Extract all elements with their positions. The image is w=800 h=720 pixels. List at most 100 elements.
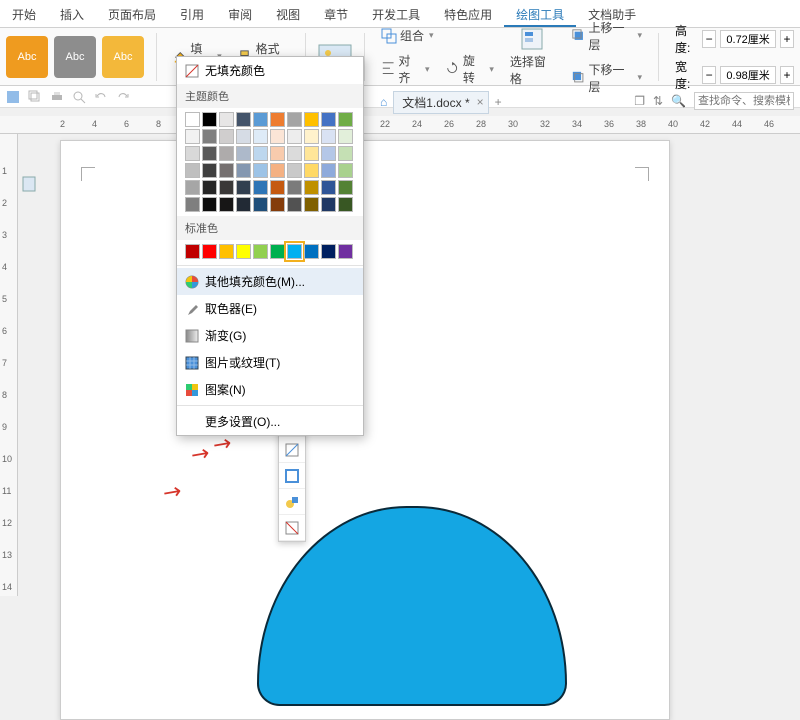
color-swatch[interactable]	[219, 244, 234, 259]
color-swatch[interactable]	[338, 244, 353, 259]
picture-texture-item[interactable]: 图片或纹理(T)	[177, 349, 363, 376]
color-swatch[interactable]	[270, 112, 285, 127]
tab-layout[interactable]: 页面布局	[96, 0, 168, 27]
color-swatch[interactable]	[202, 146, 217, 161]
color-swatch[interactable]	[270, 129, 285, 144]
close-icon[interactable]: ×	[477, 95, 484, 109]
color-swatch[interactable]	[219, 180, 234, 195]
color-swatch[interactable]	[338, 129, 353, 144]
copy-icon[interactable]	[28, 90, 42, 104]
color-swatch[interactable]	[253, 112, 268, 127]
mini-shape-icon[interactable]	[279, 489, 305, 515]
combine-button[interactable]: 组合	[377, 24, 498, 47]
color-swatch[interactable]	[185, 244, 200, 259]
style-preset-3[interactable]: Abc	[102, 36, 144, 78]
color-swatch[interactable]	[253, 244, 268, 259]
document-tab[interactable]: 文档1.docx * ×	[393, 91, 488, 114]
color-swatch[interactable]	[236, 180, 251, 195]
color-swatch[interactable]	[202, 197, 217, 212]
color-swatch[interactable]	[287, 112, 302, 127]
tool-icon-1[interactable]: ❐	[634, 94, 645, 108]
color-swatch[interactable]	[287, 146, 302, 161]
color-swatch[interactable]	[304, 163, 319, 178]
tool-icon-2[interactable]: ⇅	[653, 94, 663, 108]
shape-style-gallery[interactable]: Abc Abc Abc	[6, 36, 144, 78]
mini-outline-icon[interactable]	[279, 463, 305, 489]
more-colors-item[interactable]: 其他填充颜色(M)...	[177, 268, 363, 295]
mini-fill-icon[interactable]	[279, 437, 305, 463]
width-input[interactable]	[720, 66, 776, 84]
color-swatch[interactable]	[270, 197, 285, 212]
color-swatch[interactable]	[304, 112, 319, 127]
style-preset-1[interactable]: Abc	[6, 36, 48, 78]
color-swatch[interactable]	[253, 163, 268, 178]
color-swatch[interactable]	[253, 129, 268, 144]
color-swatch[interactable]	[321, 146, 336, 161]
horizontal-ruler[interactable]: 2468101214161820222426283032343638404244…	[0, 116, 800, 134]
color-swatch[interactable]	[202, 180, 217, 195]
color-swatch[interactable]	[321, 197, 336, 212]
color-swatch[interactable]	[321, 163, 336, 178]
more-settings-item[interactable]: 更多设置(O)...	[177, 408, 363, 435]
rotate-button[interactable]: 旋转	[441, 49, 497, 89]
search-icon[interactable]: 🔍	[671, 94, 686, 108]
color-swatch[interactable]	[236, 112, 251, 127]
width-plus[interactable]: +	[780, 66, 794, 84]
color-swatch[interactable]	[185, 163, 200, 178]
color-swatch[interactable]	[270, 163, 285, 178]
color-swatch[interactable]	[253, 180, 268, 195]
color-swatch[interactable]	[219, 112, 234, 127]
vertical-ruler[interactable]: 1234567891011121314	[0, 134, 18, 596]
color-swatch[interactable]	[338, 180, 353, 195]
color-swatch[interactable]	[304, 129, 319, 144]
color-swatch[interactable]	[287, 163, 302, 178]
tab-start[interactable]: 开始	[0, 0, 48, 27]
home-icon[interactable]: ⌂	[380, 95, 387, 109]
color-swatch[interactable]	[321, 180, 336, 195]
color-swatch[interactable]	[270, 146, 285, 161]
color-swatch[interactable]	[321, 129, 336, 144]
undo-icon[interactable]	[94, 90, 108, 104]
tab-insert[interactable]: 插入	[48, 0, 96, 27]
bring-forward-button[interactable]: 上移一层	[567, 16, 646, 56]
tab-references[interactable]: 引用	[168, 0, 216, 27]
selection-pane-button[interactable]: 选择窗格	[506, 24, 559, 90]
tab-review[interactable]: 审阅	[216, 0, 264, 27]
color-swatch[interactable]	[321, 112, 336, 127]
width-minus[interactable]: −	[702, 66, 716, 84]
color-swatch[interactable]	[287, 180, 302, 195]
color-swatch[interactable]	[304, 244, 319, 259]
color-swatch[interactable]	[338, 112, 353, 127]
tab-developer[interactable]: 开发工具	[360, 0, 432, 27]
color-swatch[interactable]	[236, 197, 251, 212]
color-swatch[interactable]	[185, 146, 200, 161]
height-input[interactable]	[720, 30, 776, 48]
add-tab-icon[interactable]: +	[495, 95, 502, 109]
color-swatch[interactable]	[338, 197, 353, 212]
color-swatch[interactable]	[185, 112, 200, 127]
color-swatch[interactable]	[287, 244, 302, 259]
tab-view[interactable]: 视图	[264, 0, 312, 27]
color-swatch[interactable]	[219, 197, 234, 212]
eyedropper-item[interactable]: 取色器(E)	[177, 295, 363, 322]
color-swatch[interactable]	[202, 112, 217, 127]
color-swatch[interactable]	[287, 197, 302, 212]
color-swatch[interactable]	[219, 146, 234, 161]
color-swatch[interactable]	[304, 146, 319, 161]
style-preset-2[interactable]: Abc	[54, 36, 96, 78]
color-swatch[interactable]	[253, 197, 268, 212]
no-fill-item[interactable]: 无填充颜色	[177, 57, 363, 84]
color-swatch[interactable]	[253, 146, 268, 161]
redo-icon[interactable]	[116, 90, 130, 104]
print-preview-icon[interactable]	[72, 90, 86, 104]
color-swatch[interactable]	[287, 129, 302, 144]
color-swatch[interactable]	[185, 180, 200, 195]
pattern-item[interactable]: 图案(N)	[177, 376, 363, 403]
color-swatch[interactable]	[202, 163, 217, 178]
save-icon[interactable]	[6, 90, 20, 104]
gradient-item[interactable]: 渐变(G)	[177, 322, 363, 349]
color-swatch[interactable]	[202, 129, 217, 144]
color-swatch[interactable]	[338, 163, 353, 178]
color-swatch[interactable]	[270, 244, 285, 259]
search-input[interactable]	[694, 92, 794, 110]
